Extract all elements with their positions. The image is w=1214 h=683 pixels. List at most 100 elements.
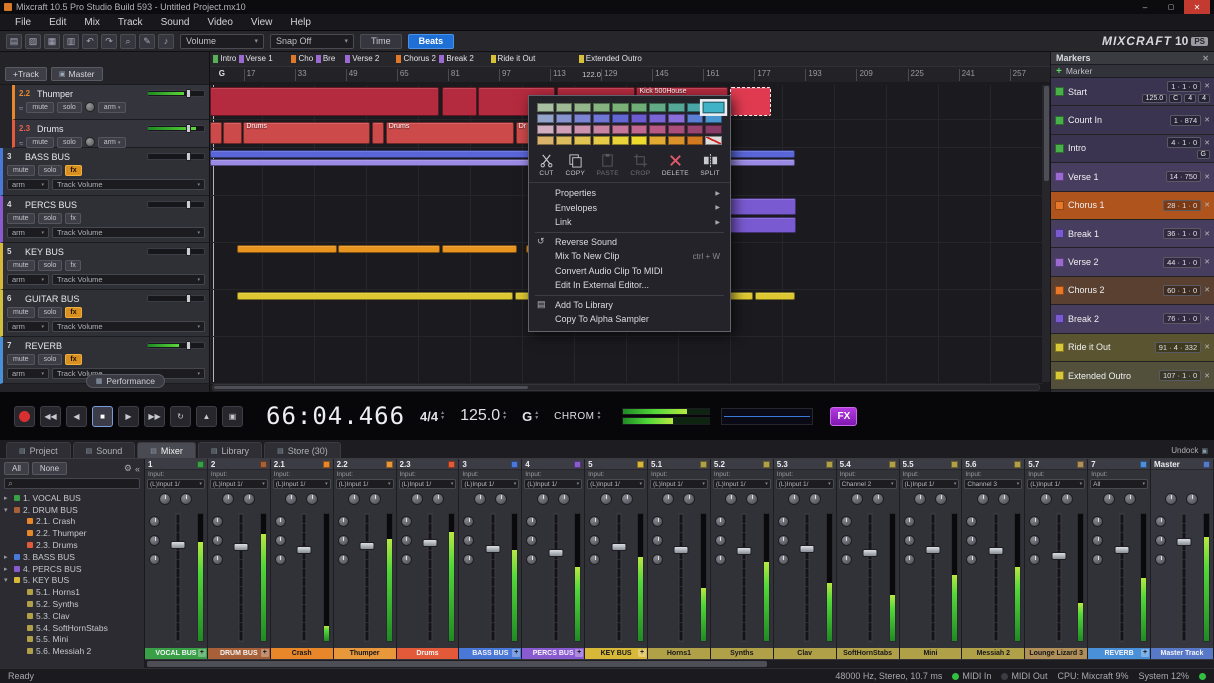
marker-delete-icon[interactable]: ✕ xyxy=(1204,139,1210,147)
input-select[interactable]: (L)Input 1/ xyxy=(1027,479,1085,489)
undo-icon[interactable]: ↶ xyxy=(82,34,98,49)
beats-mode-button[interactable]: Beats xyxy=(408,34,455,49)
meter-control[interactable]: 4/4 xyxy=(420,409,445,424)
pan-knob[interactable] xyxy=(788,493,800,505)
eq-knob[interactable] xyxy=(275,535,286,546)
section-marker-extended-outro[interactable]: Extended Outro xyxy=(579,54,642,63)
clip[interactable] xyxy=(237,292,514,300)
send-knob[interactable] xyxy=(872,493,884,505)
input-select[interactable]: Channel 3 xyxy=(964,479,1022,489)
pan-knob[interactable] xyxy=(474,493,486,505)
clip[interactable] xyxy=(210,87,439,116)
mute-button[interactable]: mute xyxy=(26,102,54,113)
tree-item-5-4-softhornstabs[interactable]: 5.4. SoftHornStabs xyxy=(0,622,144,634)
marker-delete-icon[interactable]: ✕ xyxy=(1204,173,1210,181)
scale-control[interactable]: CHROM xyxy=(554,411,601,422)
eq-knob[interactable] xyxy=(652,554,663,565)
fast-forward-button[interactable]: ▶▶ xyxy=(144,406,165,427)
color-swatch[interactable] xyxy=(612,103,629,112)
loop-button[interactable]: ↻ xyxy=(170,406,191,427)
timeline-horizontal-scrollbar[interactable] xyxy=(212,384,1040,391)
color-swatch[interactable] xyxy=(556,103,573,112)
marker-row-intro[interactable]: Intro4 · 1 · 0✕G xyxy=(1051,135,1214,163)
color-swatch[interactable] xyxy=(649,103,666,112)
channel-header[interactable]: 5 xyxy=(585,459,647,470)
volume-fader[interactable] xyxy=(792,509,823,646)
tab-sound[interactable]: ▤Sound xyxy=(73,442,136,458)
color-swatch[interactable] xyxy=(705,114,722,123)
section-marker-chorus-2[interactable]: Chorus 2 xyxy=(396,54,435,63)
snap-select[interactable]: Snap Off xyxy=(270,34,354,49)
new-project-icon[interactable]: ▤ xyxy=(6,34,22,49)
eq-knob[interactable] xyxy=(841,535,852,546)
eq-knob[interactable] xyxy=(526,554,537,565)
fader-handle[interactable] xyxy=(485,545,500,553)
color-swatch[interactable] xyxy=(612,136,629,145)
clip[interactable] xyxy=(237,245,337,253)
color-swatch[interactable] xyxy=(687,114,704,123)
eq-knob[interactable] xyxy=(1029,535,1040,546)
fader-handle[interactable] xyxy=(171,541,186,549)
track-volume-slider[interactable] xyxy=(147,90,205,97)
channel-header[interactable]: 2.2 xyxy=(334,459,396,470)
menu-video[interactable]: Video xyxy=(198,14,241,30)
gear-icon[interactable] xyxy=(124,463,132,474)
clip-drums[interactable]: Drums xyxy=(243,122,370,144)
volume-fader[interactable] xyxy=(603,509,634,646)
color-swatch[interactable] xyxy=(593,114,610,123)
arm-dropdown[interactable]: arm xyxy=(7,274,49,285)
section-marker-break-2[interactable]: Break 2 xyxy=(439,54,474,63)
input-select[interactable]: (L)Input 1/ xyxy=(776,479,834,489)
menu-help[interactable]: Help xyxy=(281,14,320,30)
channel-header[interactable]: 5.6 xyxy=(962,459,1024,470)
add-marker-button[interactable]: Marker xyxy=(1051,65,1214,78)
send-knob[interactable] xyxy=(432,493,444,505)
slider-handle[interactable] xyxy=(186,89,191,98)
fx-button[interactable]: fx xyxy=(65,354,81,365)
fader-handle[interactable] xyxy=(234,543,249,551)
eq-knob[interactable] xyxy=(338,516,349,527)
tempo-steppers[interactable] xyxy=(502,411,507,421)
pan-knob[interactable] xyxy=(85,102,95,112)
tab-library[interactable]: ▤Library xyxy=(198,442,262,458)
slider-handle[interactable] xyxy=(186,294,191,303)
color-swatch[interactable] xyxy=(649,136,666,145)
volume-fader[interactable] xyxy=(1043,509,1074,646)
channel-header[interactable]: 2 xyxy=(208,459,270,470)
arm-button[interactable]: arm xyxy=(98,102,127,113)
slider-handle[interactable] xyxy=(186,200,191,209)
pan-knob[interactable] xyxy=(725,493,737,505)
input-select[interactable]: (L)Input 1/ xyxy=(399,479,457,489)
arm-dropdown[interactable]: arm xyxy=(7,321,49,332)
menu-item-reverse-sound[interactable]: ↺Reverse Sound xyxy=(529,235,730,250)
draw-icon[interactable]: ✎ xyxy=(139,34,155,49)
marker-delete-icon[interactable]: ✕ xyxy=(1204,286,1210,294)
volume-fader[interactable] xyxy=(477,509,508,646)
pan-knob[interactable] xyxy=(1103,493,1115,505)
delete-action[interactable]: DELETE xyxy=(662,153,689,177)
input-select[interactable]: (L)Input 1/ xyxy=(713,479,771,489)
marker-row-break-1[interactable]: Break 136 · 1 · 0✕ xyxy=(1051,220,1214,248)
marker-delete-icon[interactable]: ✕ xyxy=(1204,372,1210,380)
color-swatch[interactable] xyxy=(631,114,648,123)
volume-fader[interactable] xyxy=(540,509,571,646)
fader-handle[interactable] xyxy=(297,546,312,554)
eq-knob[interactable] xyxy=(589,516,600,527)
expand-bus-icon[interactable]: + xyxy=(512,649,520,657)
volume-fader[interactable] xyxy=(980,509,1011,646)
send-knob[interactable] xyxy=(998,493,1010,505)
eq-knob[interactable] xyxy=(212,535,223,546)
send-knob[interactable] xyxy=(1124,493,1136,505)
eq-knob[interactable] xyxy=(966,516,977,527)
tree-item-1-vocal-bus[interactable]: ▸1. VOCAL BUS xyxy=(0,492,144,504)
channel-header[interactable]: 3 xyxy=(459,459,521,470)
fader-handle[interactable] xyxy=(925,546,940,554)
track-header-percs-bus[interactable]: 4PERCS BUSmutesolofxarmTrack Volume xyxy=(0,196,209,243)
track-volume-dropdown[interactable]: Track Volume xyxy=(52,227,205,238)
menu-item-copy-to-alpha-sampler[interactable]: Copy To Alpha Sampler xyxy=(529,312,730,327)
clip[interactable] xyxy=(372,122,384,144)
crop-action[interactable]: CROP xyxy=(630,153,650,177)
pan-knob[interactable] xyxy=(285,493,297,505)
color-swatch[interactable] xyxy=(556,125,573,134)
send-knob[interactable] xyxy=(369,493,381,505)
